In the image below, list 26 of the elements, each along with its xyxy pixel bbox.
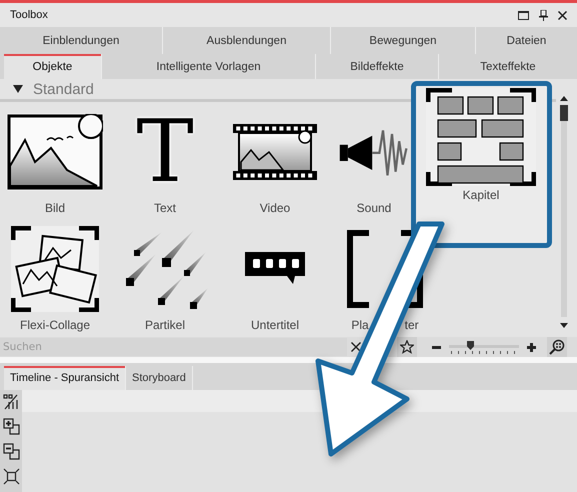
text-icon: T [136, 109, 194, 195]
object-tile[interactable]: Sound [338, 104, 410, 221]
tile-label: Text [154, 201, 176, 215]
tile-label: Video [260, 201, 290, 215]
tile-label: Kapitel [462, 188, 500, 202]
search-field[interactable]: Suchen [0, 338, 347, 356]
object-tile[interactable]: Video [233, 104, 317, 221]
object-tile[interactable]: Bild [7, 104, 103, 221]
tile-label: Pla [351, 318, 369, 332]
tile-label: Partikel [144, 318, 185, 332]
tile-label: Bild [44, 201, 65, 215]
tile-label: Untertitel [250, 318, 300, 332]
tab[interactable]: Objekte [4, 54, 102, 79]
object-tile[interactable]: Untertitel [245, 221, 305, 338]
object-tile[interactable]: Partikel [122, 221, 208, 338]
tile-label: Sound [356, 201, 392, 215]
object-tile[interactable]: T Text [136, 104, 194, 221]
section-title: Standard [33, 80, 94, 98]
tile-label: ter [404, 318, 419, 332]
object-tile[interactable]: Flexi-Collage [11, 221, 99, 338]
tab[interactable]: Texteffekte [439, 54, 577, 79]
tab[interactable]: Timeline - Spuransicht [4, 366, 126, 390]
object-tile[interactable]: Kapitel [410, 81, 552, 248]
tab[interactable]: Dateien [476, 27, 577, 54]
tile-label: Flexi-Collage [20, 318, 90, 332]
window-title: Toolbox [10, 9, 48, 21]
